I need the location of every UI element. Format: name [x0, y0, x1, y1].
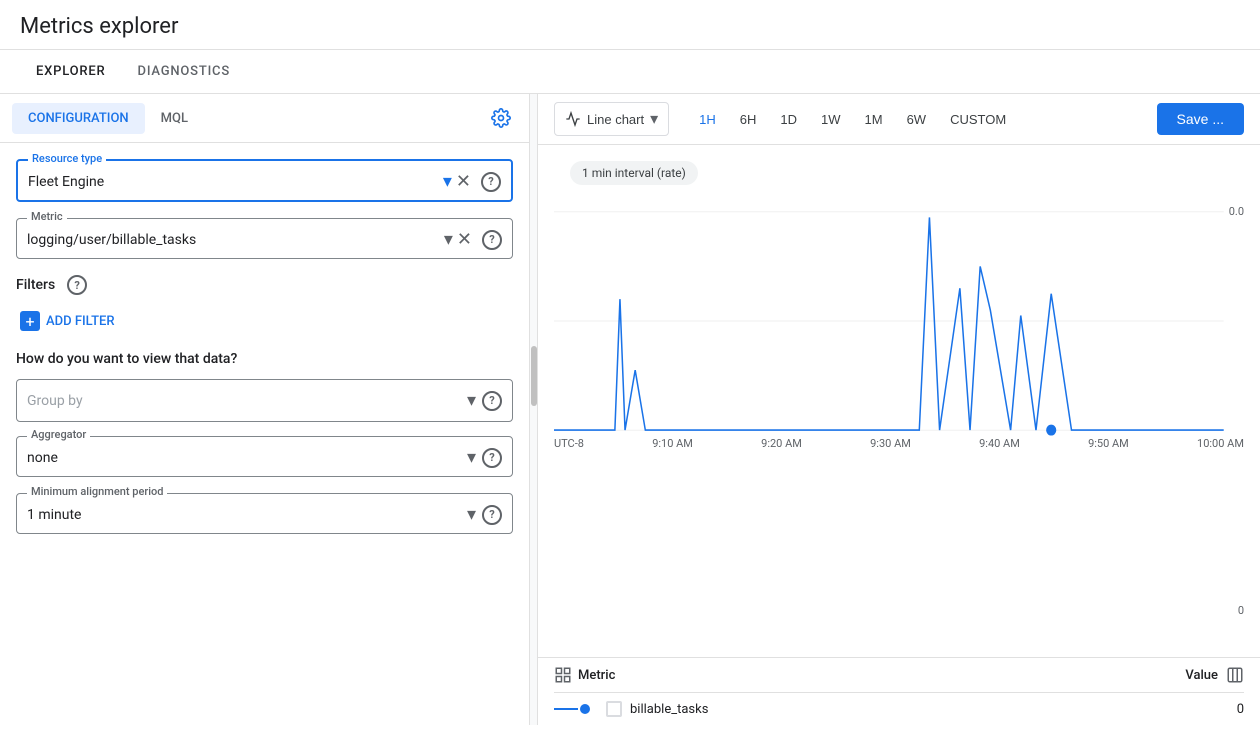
resource-type-help-icon[interactable]: ? [481, 172, 501, 192]
resource-type-label: Resource type [28, 152, 106, 165]
x-label-920: 9:20 AM [761, 437, 802, 450]
time-btn-custom[interactable]: CUSTOM [940, 106, 1016, 133]
min-alignment-label: Minimum alignment period [27, 485, 167, 498]
chart-type-dropdown-icon: ▾ [650, 109, 658, 129]
min-alignment-help-icon[interactable]: ? [482, 505, 502, 525]
resource-type-field: Fleet Engine ▾ ✕ ? [28, 171, 501, 192]
nav-diagnostics[interactable]: DIAGNOSTICS [122, 50, 246, 93]
time-btn-1m[interactable]: 1M [855, 106, 893, 133]
time-btn-1d[interactable]: 1D [770, 106, 807, 133]
legend-row-value: 0 [1237, 702, 1244, 717]
chart-toolbar: Line chart ▾ 1H 6H 1D 1W 1M 6W CUSTOM Sa… [538, 94, 1260, 145]
view-data-title: How do you want to view that data? [16, 351, 513, 367]
legend-line-dash [554, 708, 578, 710]
filters-section-header: Filters ? [16, 275, 513, 295]
resource-type-dropdown-icon[interactable]: ▾ [443, 171, 452, 192]
time-btn-1h[interactable]: 1H [689, 106, 726, 133]
app-container: Metrics explorer EXPLORER DIAGNOSTICS CO… [0, 0, 1260, 725]
chart-area: 0.0 0 UTC-8 9:10 AM [538, 201, 1260, 657]
filters-title: Filters [16, 277, 55, 293]
aggregator-value: none [27, 450, 459, 466]
app-title: Metrics explorer [0, 0, 1260, 50]
chart-dot [1046, 425, 1056, 436]
group-by-dropdown-icon[interactable]: ▾ [467, 390, 476, 411]
line-chart-icon [565, 111, 581, 127]
legend-row: billable_tasks 0 [554, 693, 1244, 725]
min-alignment-group: Minimum alignment period 1 minute ▾ ? [16, 493, 513, 534]
panel-tabs: CONFIGURATION MQL [0, 94, 529, 143]
panel-content: Resource type Fleet Engine ▾ ✕ ? Metric [0, 143, 529, 566]
interval-badge-container: 1 min interval (rate) [538, 145, 1260, 201]
time-btn-6h[interactable]: 6H [730, 106, 767, 133]
line-chart-svg [554, 201, 1244, 441]
legend-table: Metric Value billable_ [538, 657, 1260, 725]
group-by-help-icon[interactable]: ? [482, 391, 502, 411]
legend-line-indicator [554, 704, 598, 714]
legend-checkbox[interactable] [606, 701, 622, 717]
add-filter-label: ADD FILTER [46, 314, 115, 329]
tab-configuration[interactable]: CONFIGURATION [12, 103, 145, 134]
legend-header: Metric Value [554, 658, 1244, 693]
y-axis-bottom-label: 0 [1238, 604, 1244, 617]
x-label-930: 9:30 AM [870, 437, 911, 450]
legend-metric-col-header: Metric [554, 666, 1185, 684]
add-filter-plus-icon: + [20, 311, 40, 331]
min-alignment-value: 1 minute [27, 507, 459, 523]
min-alignment-field: 1 minute ▾ ? [27, 504, 502, 525]
interval-badge-text: 1 min interval (rate) [582, 166, 686, 180]
y-axis-top-label: 0.0 [1229, 205, 1244, 218]
scrollbar-area [530, 94, 538, 725]
chart-type-label: Line chart [587, 112, 644, 127]
metric-field: logging/user/billable_tasks ▾ ✕ ? [27, 229, 502, 250]
interval-badge: 1 min interval (rate) [570, 161, 698, 185]
group-by-placeholder: Group by [27, 393, 459, 409]
metric-value: logging/user/billable_tasks [27, 232, 436, 248]
settings-button[interactable] [485, 102, 517, 134]
aggregator-label: Aggregator [27, 428, 90, 441]
time-btn-6w[interactable]: 6W [897, 106, 937, 133]
group-by-group: Group by ▾ ? [16, 379, 513, 422]
metric-label: Metric [27, 210, 67, 223]
group-by-select[interactable]: Group by ▾ ? [16, 379, 513, 422]
main-layout: CONFIGURATION MQL Resource type Flee [0, 94, 1260, 725]
x-label-1000: 10:00 AM [1197, 437, 1244, 450]
gear-icon [491, 108, 511, 128]
resource-type-group: Resource type Fleet Engine ▾ ✕ ? [16, 159, 513, 202]
save-button[interactable]: Save ... [1157, 103, 1244, 135]
top-nav: EXPLORER DIAGNOSTICS [0, 50, 1260, 94]
aggregator-field: none ▾ ? [27, 447, 502, 468]
x-label-utc8: UTC-8 [554, 437, 584, 450]
metric-help-icon[interactable]: ? [482, 230, 502, 250]
metric-dropdown-icon[interactable]: ▾ [444, 229, 453, 250]
legend-metric-label: Metric [578, 668, 615, 683]
legend-dot-indicator [580, 704, 590, 714]
chart-type-button[interactable]: Line chart ▾ [554, 102, 669, 136]
tab-mql[interactable]: MQL [145, 103, 204, 134]
metric-clear-icon[interactable]: ✕ [457, 229, 472, 250]
left-panel: CONFIGURATION MQL Resource type Flee [0, 94, 530, 725]
nav-explorer[interactable]: EXPLORER [20, 50, 122, 93]
x-label-910: 9:10 AM [652, 437, 693, 450]
aggregator-group: Aggregator none ▾ ? [16, 436, 513, 477]
min-alignment-dropdown-icon[interactable]: ▾ [467, 504, 476, 525]
x-label-940: 9:40 AM [979, 437, 1020, 450]
legend-row-label: billable_tasks [630, 702, 1237, 717]
resource-type-clear-icon[interactable]: ✕ [456, 171, 471, 192]
filters-help-icon[interactable]: ? [67, 275, 87, 295]
resource-type-value: Fleet Engine [28, 174, 435, 190]
legend-value-label: Value [1185, 668, 1218, 683]
time-btn-1w[interactable]: 1W [811, 106, 851, 133]
grid-icon [554, 666, 572, 684]
columns-toggle-icon[interactable] [1226, 666, 1244, 684]
x-label-950: 9:50 AM [1088, 437, 1129, 450]
aggregator-help-icon[interactable]: ? [482, 448, 502, 468]
scrollbar-thumb[interactable] [531, 346, 537, 406]
right-panel: Line chart ▾ 1H 6H 1D 1W 1M 6W CUSTOM Sa… [538, 94, 1260, 725]
metric-group: Metric logging/user/billable_tasks ▾ ✕ ? [16, 218, 513, 259]
add-filter-button[interactable]: + ADD FILTER [16, 305, 513, 337]
aggregator-dropdown-icon[interactable]: ▾ [467, 447, 476, 468]
